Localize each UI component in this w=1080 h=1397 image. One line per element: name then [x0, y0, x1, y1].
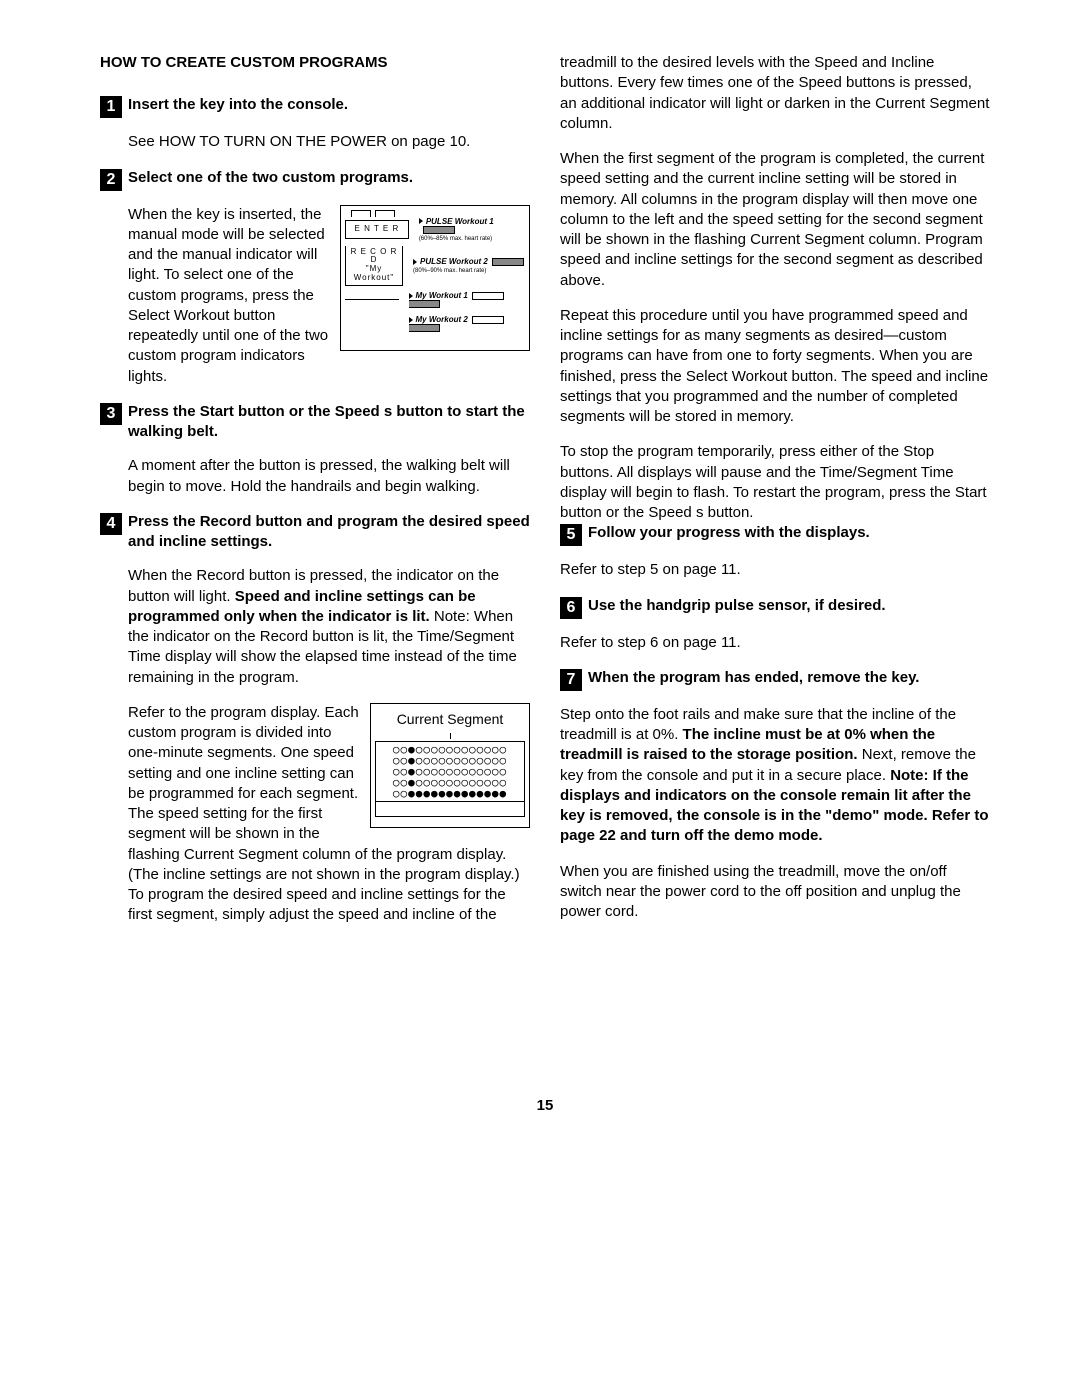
step-1-title: Insert the key into the console. [128, 95, 348, 115]
step-1-number: 1 [100, 96, 122, 118]
step-7-p1: Step onto the foot rails and make sure t… [560, 705, 990, 847]
step-6: 6 Use the handgrip pulse sensor, if desi… [560, 596, 990, 653]
step-4-p4: When the first segment of the program is… [560, 149, 990, 291]
step-6-text: Refer to step 6 on page 11. [560, 633, 990, 653]
step-2-title: Select one of the two custom programs. [128, 168, 413, 188]
step-5-number: 5 [560, 524, 582, 546]
step-7-p2: When you are finished using the treadmil… [560, 862, 990, 923]
step-2: 2 Select one of the two custom programs.… [100, 168, 530, 402]
step-4-title: Press the Record button and program the … [128, 512, 530, 553]
step-3-title: Press the Start button or the Speed s bu… [128, 402, 530, 443]
enter-button-graphic: E N T E R [345, 220, 409, 239]
step-2-number: 2 [100, 169, 122, 191]
page-number: 15 [100, 1096, 990, 1116]
step-7: 7 When the program has ended, remove the… [560, 668, 990, 923]
pulse-workout-2-label: PULSE Workout 2 (80%–90% max. heart rate… [413, 258, 524, 274]
step-1-text: See HOW TO TURN ON THE POWER on page 10. [128, 132, 530, 152]
step-3: 3 Press the Start button or the Speed s … [100, 402, 530, 497]
step-1: 1 Insert the key into the console. See H… [100, 95, 530, 152]
console-diagram: E N T E R PULSE Workout 1 (60%–85% max. … [340, 205, 530, 352]
step-6-title: Use the handgrip pulse sensor, if desire… [588, 596, 886, 616]
step-4-p6: To stop the program temporarily, press e… [560, 442, 990, 523]
step-3-number: 3 [100, 403, 122, 425]
pulse-workout-1-label: PULSE Workout 1 (60%–85% max. heart rate… [419, 218, 525, 242]
step-5: 5 Follow your progress with the displays… [560, 523, 990, 580]
record-button-graphic: R E C O R D "My Workout" [345, 246, 403, 286]
step-4-number: 4 [100, 513, 122, 535]
my-workout-2-label: My Workout 2 [409, 316, 526, 332]
step-3-text: A moment after the button is pressed, th… [128, 456, 530, 497]
my-workout-1-label: My Workout 1 [409, 292, 526, 308]
step-7-number: 7 [560, 669, 582, 691]
step-5-text: Refer to step 5 on page 11. [560, 560, 990, 580]
current-segment-diagram: Current Segment ○○●○○○○○○○○○○○○ ○○●○○○○○… [370, 703, 530, 828]
step-4-p3: treadmill to the desired levels with the… [560, 53, 990, 134]
step-4-p5: Repeat this procedure until you have pro… [560, 306, 990, 428]
step-6-number: 6 [560, 597, 582, 619]
step-5-title: Follow your progress with the displays. [588, 523, 870, 543]
step-7-title: When the program has ended, remove the k… [588, 668, 919, 688]
step-4-p1: When the Record button is pressed, the i… [128, 566, 530, 688]
section-title: HOW TO CREATE CUSTOM PROGRAMS [100, 53, 530, 73]
